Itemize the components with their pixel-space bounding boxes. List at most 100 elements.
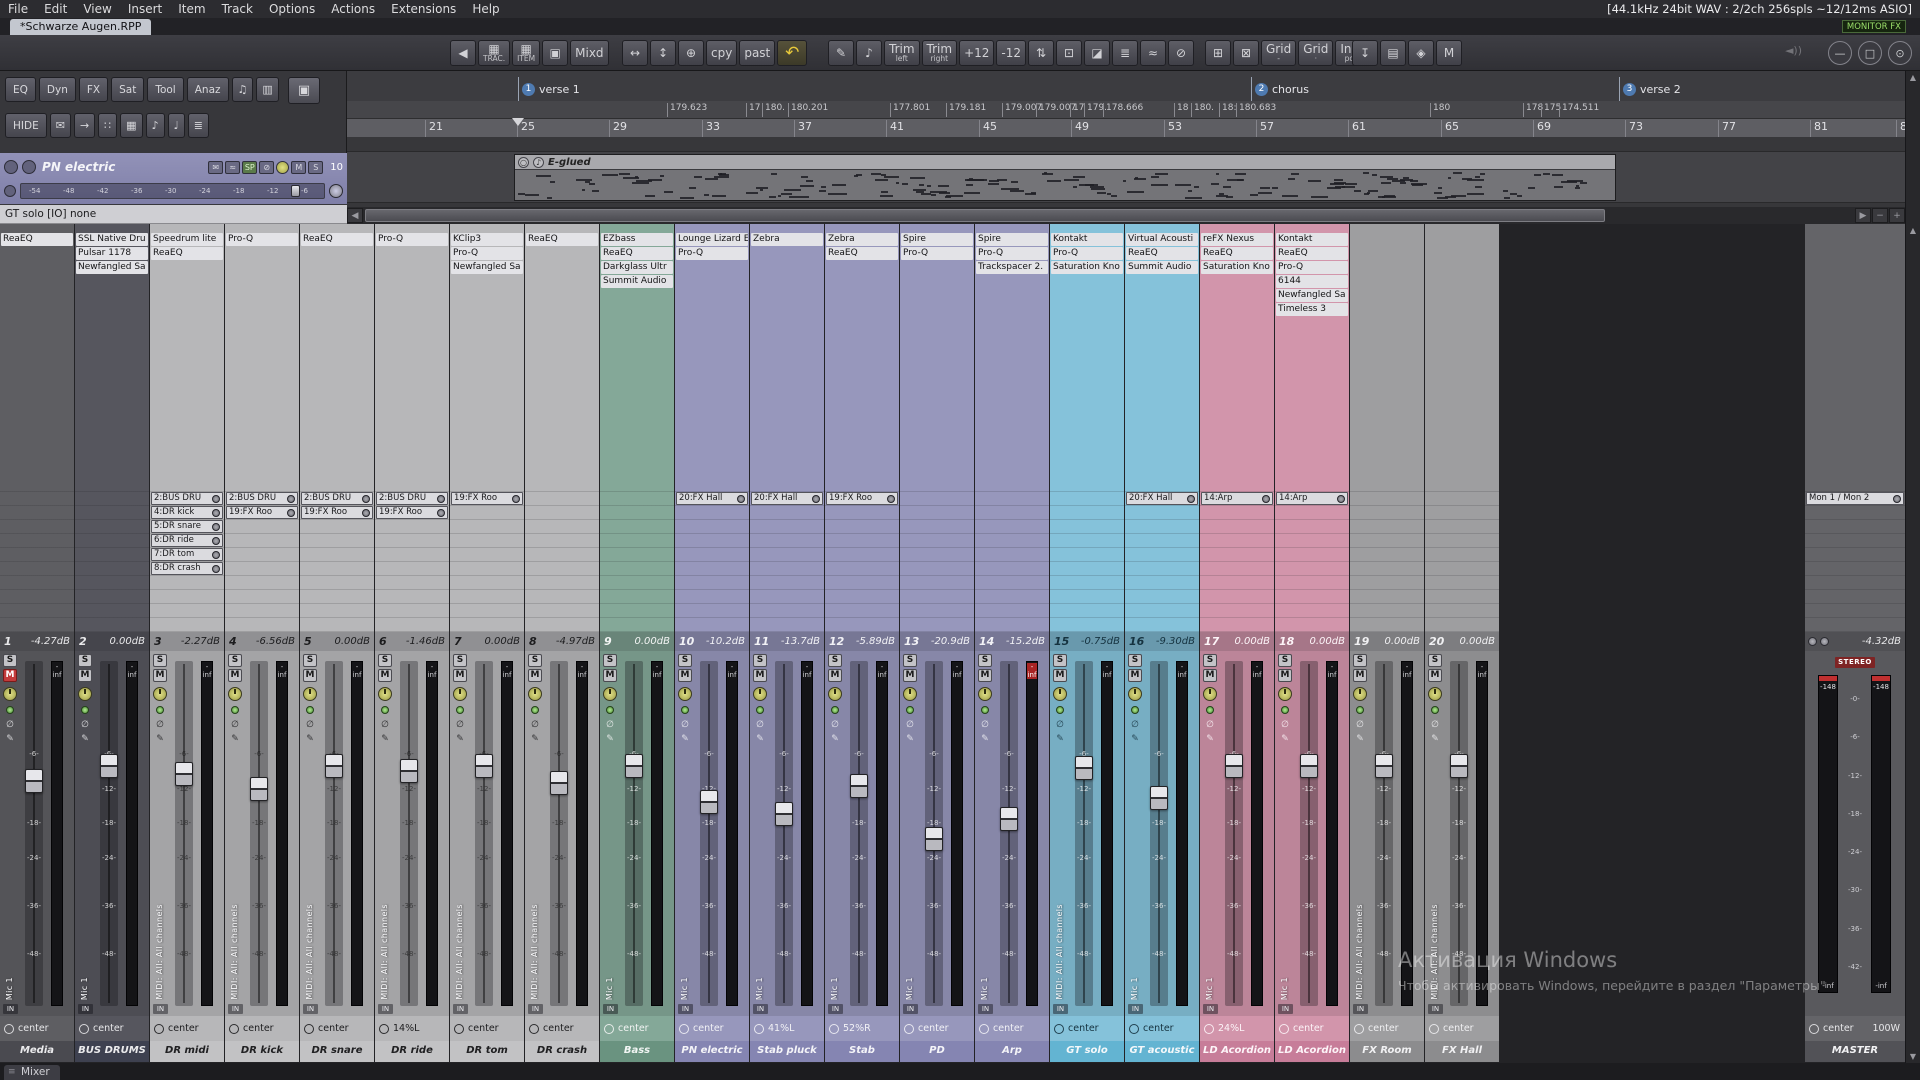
toolbar-button-grid-frame[interactable]: ⊞ — [1205, 40, 1231, 66]
input-label[interactable]: MIDI: All: All channels — [455, 904, 464, 1000]
track-name-label[interactable]: DR kick — [225, 1041, 299, 1062]
tempo-marker[interactable]: 180. — [762, 103, 785, 117]
phase-button[interactable]: ∅ — [1128, 719, 1142, 731]
save-button[interactable]: ▣ — [288, 77, 320, 104]
master-knob-icon[interactable] — [1820, 637, 1829, 646]
scroll-left-icon[interactable]: ◀ — [347, 208, 363, 223]
fx-chain-area[interactable]: KontaktPro-QSaturation Kno — [1050, 224, 1124, 491]
sends-area[interactable] — [1050, 491, 1124, 632]
phase-indicator-icon[interactable] — [1279, 1024, 1289, 1034]
toolbar-button-envelope[interactable]: ≈ — [1140, 40, 1166, 66]
input-label[interactable]: MIDI: All: All channels — [530, 904, 539, 1000]
input-button[interactable]: IN — [1128, 1004, 1143, 1014]
phase-icon[interactable]: ⊘ — [259, 161, 274, 174]
menu-item-extensions[interactable]: Extensions — [383, 0, 464, 18]
toolbar-button-slope[interactable]: ◪ — [1084, 40, 1110, 66]
phase-indicator-icon[interactable] — [679, 1024, 689, 1034]
volume-readout[interactable]: 0.00dB — [635, 636, 674, 647]
solo-button[interactable]: S — [453, 654, 467, 667]
vertical-scrollbar[interactable]: ▲ ▲ ▼ — [1905, 71, 1920, 1063]
input-label[interactable]: MIDI: All: All channels — [1430, 904, 1439, 1000]
phase-button[interactable]: ∅ — [1278, 719, 1292, 731]
volume-fader[interactable]: -6--12--18--24--36--48- — [550, 661, 568, 1006]
monitor-led-icon[interactable] — [756, 706, 764, 714]
send-slot[interactable]: 7:DR tom — [151, 548, 223, 561]
fader-thumb[interactable] — [700, 790, 718, 814]
pan-readout[interactable]: center — [168, 1023, 199, 1034]
solo-button[interactable]: S — [78, 654, 92, 667]
level-meter[interactable]: -inf — [1326, 661, 1338, 1006]
volume-readout[interactable]: -10.2dB — [706, 636, 749, 647]
sends-area[interactable]: 19:FX Roo — [450, 491, 524, 632]
fx-slot[interactable]: EZbass — [601, 233, 673, 246]
phase-indicator-icon[interactable] — [1204, 1024, 1214, 1034]
monitor-led-icon[interactable] — [606, 706, 614, 714]
sends-area[interactable]: 20:FX Hall — [675, 491, 749, 632]
toolbar-button-fit[interactable]: ⊡ — [1056, 40, 1082, 66]
monitor-led-icon[interactable] — [831, 706, 839, 714]
mute-button[interactable]: M — [1053, 669, 1067, 682]
input-label[interactable]: Mic 1 — [5, 977, 14, 1000]
env-button[interactable]: ✎ — [678, 733, 692, 745]
solo-button[interactable]: S — [1278, 654, 1292, 667]
phase-indicator-icon[interactable] — [79, 1024, 89, 1034]
level-meter[interactable]: -inf — [1101, 661, 1113, 1006]
level-meter[interactable]: -inf — [1401, 661, 1413, 1006]
fx-slot[interactable]: Pro-Q — [226, 233, 298, 246]
toolbar-button-grid-solid[interactable]: ▣ — [542, 40, 568, 66]
volume-fader[interactable]: -6--12--18--24--36--48- — [475, 661, 493, 1006]
volume-readout[interactable]: 0.00dB — [485, 636, 524, 647]
input-button[interactable]: IN — [528, 1004, 543, 1014]
pan-readout[interactable]: center — [243, 1023, 274, 1034]
input-button[interactable]: IN — [753, 1004, 768, 1014]
fx-slot[interactable]: ReaEQ — [1276, 247, 1348, 260]
sends-area[interactable]: 2:BUS DRU4:DR kick5:DR snare6:DR ride7:D… — [150, 491, 224, 632]
fx-slot[interactable]: Pro-Q — [376, 233, 448, 246]
env-button[interactable]: ✎ — [1053, 733, 1067, 745]
sp-button[interactable]: SP — [242, 161, 257, 174]
fx-slot[interactable]: Pulsar 1178 — [76, 247, 148, 260]
toolbar-button-trim-left[interactable]: Trimleft — [884, 40, 920, 66]
monitor-led-icon[interactable] — [81, 706, 89, 714]
track-name-label[interactable]: Arp — [975, 1041, 1049, 1062]
sends-area[interactable] — [75, 491, 149, 632]
track-name-label[interactable]: LD Acordion — [1200, 1041, 1274, 1062]
fx-chain-area[interactable]: Lounge Lizard EPro-Q — [675, 224, 749, 491]
phase-button[interactable]: ∅ — [78, 719, 92, 731]
fx-slot[interactable]: Pro-Q — [976, 247, 1048, 260]
timeline-ruler[interactable]: 1verse 12chorus3verse 2 179.62317180.180… — [347, 71, 1905, 137]
send-slot[interactable]: 19:FX Roo — [826, 492, 898, 505]
menu-item-view[interactable]: View — [75, 0, 119, 18]
peak-readout[interactable]: -inf — [502, 663, 512, 679]
phase-button[interactable]: ∅ — [1353, 719, 1367, 731]
phase-indicator-icon[interactable] — [304, 1024, 314, 1034]
send-knob[interactable] — [212, 565, 220, 573]
quick-button-sat[interactable]: Sat — [111, 77, 144, 102]
solo-button[interactable]: S — [228, 654, 242, 667]
send-knob[interactable] — [1337, 495, 1345, 503]
toolbar-button-vzoom[interactable]: ↕ — [650, 40, 676, 66]
volume-fader[interactable]: -6--12--18--24--36--48- — [100, 661, 118, 1006]
send-slot[interactable]: 8:DR crash — [151, 562, 223, 575]
track-name-label[interactable]: DR ride — [375, 1041, 449, 1062]
volume-fader[interactable]: -6--12--18--24--36--48- — [625, 661, 643, 1006]
input-button[interactable]: IN — [678, 1004, 693, 1014]
level-meter[interactable]: -inf — [1176, 661, 1188, 1006]
fx-slot[interactable]: ReaEQ — [301, 233, 373, 246]
input-label[interactable]: Mic 1 — [1280, 977, 1289, 1000]
phase-indicator-icon[interactable] — [4, 1024, 14, 1034]
phase-button[interactable]: ∅ — [1428, 719, 1442, 731]
fx-chain-area[interactable]: reFX NexusReaEQSaturation Kno — [1200, 224, 1274, 491]
fader-thumb[interactable] — [1225, 754, 1243, 778]
input-label[interactable]: MIDI: All: All channels — [380, 904, 389, 1000]
mixer-scroll-up-icon[interactable]: ▲ — [1906, 226, 1920, 235]
volume-readout[interactable]: -13.7dB — [781, 636, 824, 647]
input-label[interactable]: MIDI: All: All channels — [230, 904, 239, 1000]
peak-readout[interactable]: -inf — [202, 663, 212, 679]
send-knob[interactable] — [212, 523, 220, 531]
toolbar-button-hzoom[interactable]: ↔ — [622, 40, 648, 66]
quick-button-tool[interactable]: Tool — [147, 77, 183, 102]
monitor-led-icon[interactable] — [1131, 706, 1139, 714]
phase-button[interactable]: ∅ — [228, 719, 242, 731]
quick-button-fx[interactable]: FX — [79, 77, 108, 102]
